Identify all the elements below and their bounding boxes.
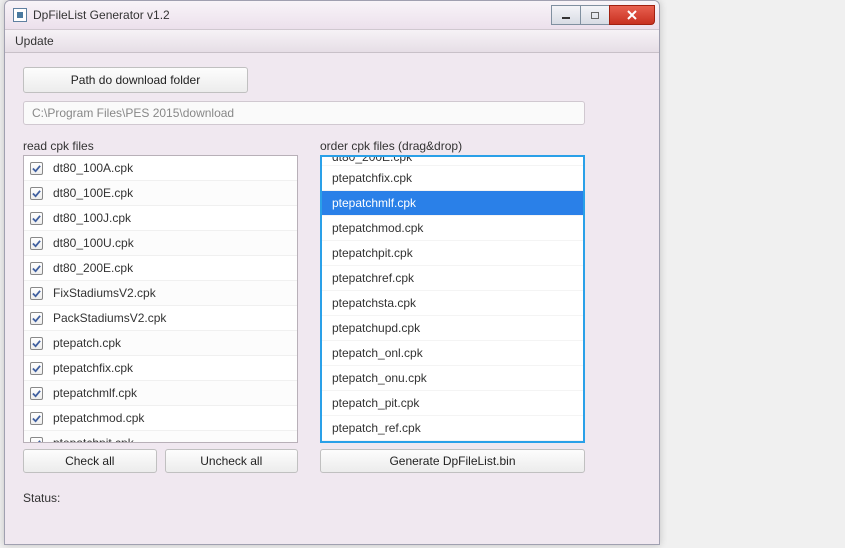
list-item-label: ptepatchmlf.cpk — [53, 386, 137, 400]
status-label: Status: — [23, 491, 641, 505]
list-item-label: ptepatch.cpk — [53, 336, 121, 350]
order-item[interactable]: ptepatchmod.cpk — [322, 216, 583, 241]
minimize-button[interactable] — [551, 5, 581, 25]
list-item[interactable]: FixStadiumsV2.cpk — [24, 281, 297, 306]
list-item[interactable]: ptepatchmod.cpk — [24, 406, 297, 431]
window-controls — [552, 5, 655, 25]
check-icon — [32, 414, 41, 423]
path-input[interactable] — [23, 101, 585, 125]
list-item-label: dt80_100J.cpk — [53, 211, 131, 225]
menubar: Update — [5, 30, 659, 53]
check-icon — [32, 439, 41, 444]
list-item-label: PackStadiumsV2.cpk — [53, 311, 166, 325]
order-item-label: ptepatchsta.cpk — [332, 296, 416, 310]
app-icon — [13, 8, 27, 22]
order-item[interactable]: ptepatchref.cpk — [322, 266, 583, 291]
order-item[interactable]: ptepatch_pit.cpk — [322, 391, 583, 416]
check-icon — [32, 289, 41, 298]
order-item-label: dt80_200E.cpk — [332, 155, 412, 164]
order-item-label: ptepatch_onl.cpk — [332, 346, 423, 360]
list-item-label: dt80_100A.cpk — [53, 161, 133, 175]
checkbox[interactable] — [30, 262, 43, 275]
check-icon — [32, 214, 41, 223]
list-item-label: ptepatchmod.cpk — [53, 411, 144, 425]
read-column: read cpk files dt80_100A.cpk dt80_100E.cp… — [23, 139, 298, 473]
list-item[interactable]: ptepatchfix.cpk — [24, 356, 297, 381]
order-item-label: ptepatchfix.cpk — [332, 171, 412, 185]
menu-update[interactable]: Update — [15, 34, 54, 48]
checkbox[interactable] — [30, 387, 43, 400]
order-item-label: ptepatch_onu.cpk — [332, 371, 427, 385]
order-item[interactable]: ptepatchupd.cpk — [322, 316, 583, 341]
list-item[interactable]: dt80_100J.cpk — [24, 206, 297, 231]
order-item[interactable]: ptepatch_onu.cpk — [322, 366, 583, 391]
check-icon — [32, 364, 41, 373]
list-item[interactable]: dt80_100U.cpk — [24, 231, 297, 256]
list-item-label: dt80_200E.cpk — [53, 261, 133, 275]
path-button[interactable]: Path do download folder — [23, 67, 248, 93]
checkbox[interactable] — [30, 187, 43, 200]
list-item-label: dt80_100U.cpk — [53, 236, 134, 250]
check-icon — [32, 339, 41, 348]
check-all-button[interactable]: Check all — [23, 449, 157, 473]
order-item[interactable]: dt80_200E.cpk — [322, 155, 583, 166]
window-title: DpFileList Generator v1.2 — [33, 8, 552, 22]
list-item-label: ptepatchfix.cpk — [53, 361, 133, 375]
order-item-label: ptepatchref.cpk — [332, 271, 414, 285]
checkbox[interactable] — [30, 362, 43, 375]
app-window: DpFileList Generator v1.2 Update Path do… — [4, 0, 660, 545]
order-item-label: ptepatch_ref.cpk — [332, 421, 421, 435]
list-item[interactable]: ptepatchmlf.cpk — [24, 381, 297, 406]
read-listbox[interactable]: dt80_100A.cpk dt80_100E.cpk dt80_100J.cpkd… — [23, 155, 298, 443]
check-icon — [32, 189, 41, 198]
order-item[interactable]: ptepatchpit.cpk — [322, 241, 583, 266]
order-item[interactable]: ptepatchmlf.cpk — [322, 191, 583, 216]
check-icon — [32, 389, 41, 398]
list-item[interactable]: ptepatch.cpk — [24, 331, 297, 356]
titlebar[interactable]: DpFileList Generator v1.2 — [5, 1, 659, 30]
list-item-label: FixStadiumsV2.cpk — [53, 286, 156, 300]
order-item[interactable]: ptepatchsta.cpk — [322, 291, 583, 316]
order-item[interactable]: ptepatch_onl.cpk — [322, 341, 583, 366]
checkbox[interactable] — [30, 212, 43, 225]
check-icon — [32, 264, 41, 273]
checkbox[interactable] — [30, 237, 43, 250]
list-item[interactable]: ptepatchpit.cpk — [24, 431, 297, 443]
list-item-label: dt80_100E.cpk — [53, 186, 133, 200]
order-item[interactable]: ptepatch_ref.cpk — [322, 416, 583, 441]
generate-button[interactable]: Generate DpFileList.bin — [320, 449, 585, 473]
order-item[interactable]: ptepatchfix.cpk — [322, 166, 583, 191]
uncheck-all-button[interactable]: Uncheck all — [165, 449, 299, 473]
list-item[interactable]: dt80_200E.cpk — [24, 256, 297, 281]
checkbox[interactable] — [30, 337, 43, 350]
check-icon — [32, 164, 41, 173]
checkbox[interactable] — [30, 312, 43, 325]
read-list-label: read cpk files — [23, 139, 298, 153]
checkbox[interactable] — [30, 287, 43, 300]
order-listbox[interactable]: dt80_200E.cpk ptepatchfix.cpk ptepatchmlf.… — [320, 155, 585, 443]
checkbox[interactable] — [30, 162, 43, 175]
maximize-button[interactable] — [580, 5, 610, 25]
close-icon — [627, 10, 637, 20]
checkbox[interactable] — [30, 437, 43, 444]
list-item[interactable]: PackStadiumsV2.cpk — [24, 306, 297, 331]
content-area: Path do download folder read cpk files d… — [5, 53, 659, 515]
list-item[interactable]: dt80_100E.cpk — [24, 181, 297, 206]
check-icon — [32, 239, 41, 248]
list-item-label: ptepatchpit.cpk — [53, 436, 134, 443]
order-column: order cpk files (drag&drop) dt80_200E.cp… — [320, 139, 585, 473]
check-icon — [32, 314, 41, 323]
order-item-label: ptepatchupd.cpk — [332, 321, 420, 335]
order-list-label: order cpk files (drag&drop) — [320, 139, 585, 153]
order-item-label: ptepatchpit.cpk — [332, 246, 413, 260]
close-button[interactable] — [609, 5, 655, 25]
order-item-label: ptepatchmod.cpk — [332, 221, 423, 235]
list-item[interactable]: dt80_100A.cpk — [24, 156, 297, 181]
checkbox[interactable] — [30, 412, 43, 425]
order-item-label: ptepatch_pit.cpk — [332, 396, 419, 410]
order-item-label: ptepatchmlf.cpk — [332, 196, 416, 210]
